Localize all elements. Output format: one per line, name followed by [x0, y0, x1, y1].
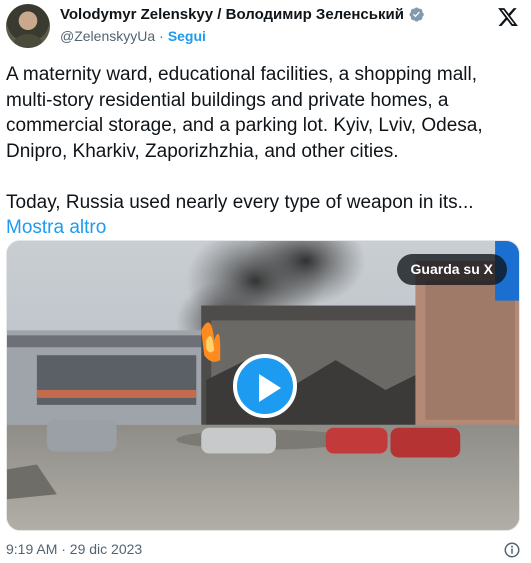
avatar[interactable]: [6, 4, 50, 48]
tweet-footer: 9:19 AM · 29 dic 2023: [6, 541, 521, 559]
verified-badge-icon: [409, 7, 424, 22]
separator-dot: ·: [159, 28, 164, 44]
tweet-paragraph: A maternity ward, educational facilities…: [6, 64, 483, 162]
tweet-paragraph-text: Today, Russia used nearly every type of …: [6, 191, 474, 213]
tweet-header: Volodymyr Zelenskyy / Володимир Зеленськ…: [6, 4, 521, 48]
author-handle-row: @ZelenskyyUa · Segui: [60, 28, 206, 44]
play-icon: [259, 374, 281, 402]
x-logo-icon[interactable]: [497, 6, 519, 28]
tweet-paragraph-truncated: Today, Russia used nearly every type of …: [6, 190, 506, 241]
tweet-text: A maternity ward, educational facilities…: [6, 62, 506, 241]
timestamp[interactable]: 9:19 AM · 29 dic 2023: [6, 541, 142, 557]
author-handle[interactable]: @ZelenskyyUa: [60, 28, 155, 44]
show-more-link[interactable]: Mostra altro: [6, 217, 106, 238]
play-button[interactable]: [233, 354, 297, 418]
info-icon[interactable]: [503, 541, 521, 559]
author-name-row: Volodymyr Zelenskyy / Володимир Зеленськ…: [60, 6, 425, 23]
author-name[interactable]: Volodymyr Zelenskyy / Володимир Зеленськ…: [60, 6, 404, 23]
follow-button[interactable]: Segui: [168, 28, 206, 44]
video-player[interactable]: Guarda su X: [6, 240, 520, 531]
watch-on-x-button[interactable]: Guarda su X: [396, 254, 507, 285]
